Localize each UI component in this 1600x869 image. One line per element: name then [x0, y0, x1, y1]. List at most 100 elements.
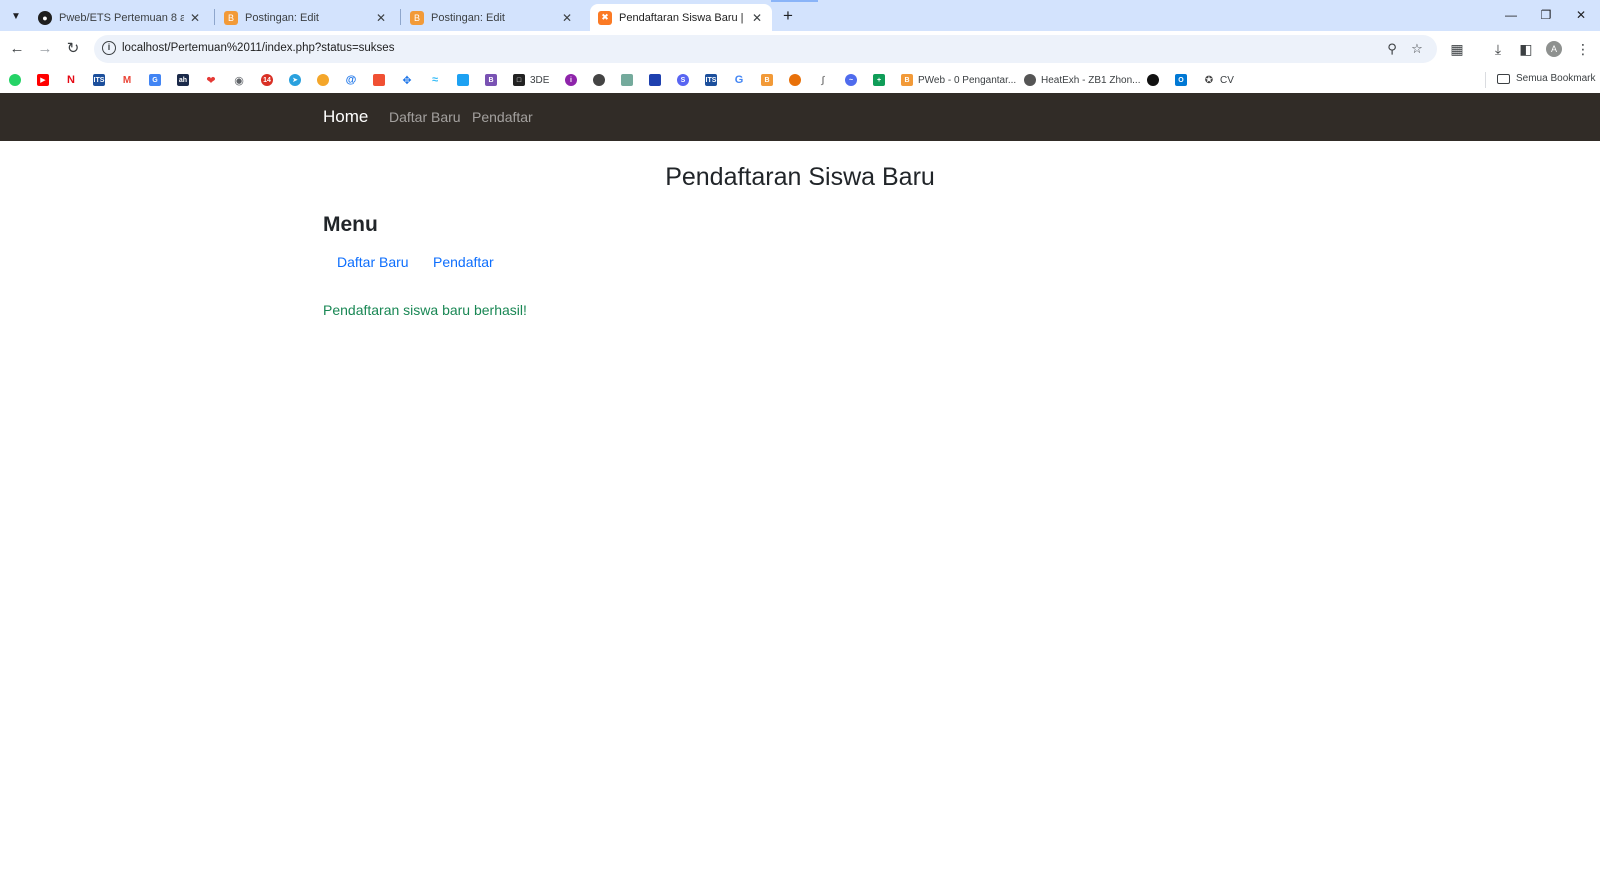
minimize-icon[interactable]: — — [1496, 4, 1526, 26]
bookmark-bird[interactable] — [457, 73, 469, 87]
close-icon[interactable]: ✕ — [750, 11, 764, 25]
menu-link-pendaftar[interactable]: Pendaftar — [433, 254, 494, 270]
blogger-icon: B — [901, 74, 913, 86]
bookmark-pie[interactable] — [789, 73, 801, 87]
browser-toolbar: ← → ↻ i localhost/Pertemuan%2011/index.p… — [0, 31, 1600, 67]
tab-github[interactable]: ● Pweb/ETS Pertemuan 8 at main ✕ — [30, 4, 210, 31]
calendar-icon: 14 — [261, 74, 273, 86]
orange-icon — [317, 74, 329, 86]
bookmark-purple[interactable]: i — [565, 73, 577, 87]
bookmark-tailwind[interactable]: ≈ — [429, 73, 441, 87]
bookmark-podcast[interactable]: ◉ — [233, 73, 245, 87]
bookmark-pweb[interactable]: B PWeb - 0 Pengantar... — [901, 73, 1016, 87]
bookmark-git[interactable] — [373, 73, 385, 87]
bookmark-star-icon[interactable]: ☆ — [1407, 39, 1427, 59]
bookmark-label: CV — [1220, 74, 1234, 86]
gmail-icon: M — [121, 74, 133, 86]
folder-icon — [1497, 73, 1510, 84]
github-icon: ● — [38, 10, 52, 25]
bookmark-3de[interactable]: □ 3DE — [513, 73, 549, 87]
extensions-puzzle-icon[interactable]: ▦ — [1446, 38, 1468, 60]
profile-avatar[interactable]: A — [1546, 41, 1562, 57]
navbar-link-daftar-baru[interactable]: Daftar Baru — [389, 109, 461, 125]
address-bar[interactable]: i localhost/Pertemuan%2011/index.php?sta… — [94, 35, 1437, 63]
bookmark-label: HeatExh - ZB1 Zhon... — [1041, 74, 1141, 86]
outlook-icon: O — [1175, 74, 1187, 86]
bookmark-sheets[interactable]: + — [873, 73, 885, 87]
navbar-brand-home[interactable]: Home — [323, 107, 368, 127]
bookmark-label: 3DE — [530, 74, 550, 86]
bookmark-google[interactable]: G — [733, 73, 745, 87]
forward-arrow-icon[interactable]: → — [34, 38, 56, 60]
restore-icon[interactable]: ❐ — [1531, 4, 1561, 26]
bookmark-folder-all[interactable]: Semua Bookmark — [1497, 73, 1595, 84]
tailwind-icon: ≈ — [429, 74, 441, 86]
bookmark-telegram[interactable]: ➤ — [289, 73, 301, 87]
its-icon: ITS — [705, 74, 717, 86]
bookmark-its-2[interactable]: ITS — [705, 73, 717, 87]
download-icon[interactable]: ⤓ — [1487, 38, 1509, 60]
bookmark-its[interactable]: ITS — [93, 73, 105, 87]
bootstrap-icon: B — [485, 74, 497, 86]
bookmark-chatgpt[interactable] — [621, 73, 633, 87]
bookmark-blogger-orange[interactable]: B — [761, 73, 773, 87]
navbar-link-pendaftar[interactable]: Pendaftar — [472, 109, 533, 125]
bookmark-globe-dark[interactable] — [593, 73, 605, 87]
bookmark-whatsapp[interactable] — [9, 73, 21, 87]
plus-cross-icon: ✥ — [401, 74, 413, 87]
netflix-icon: N — [65, 74, 77, 86]
zoom-icon[interactable]: ⚲ — [1382, 39, 1402, 59]
window-close-icon[interactable]: ✕ — [1566, 4, 1596, 26]
bookmark-gmail[interactable]: M — [121, 73, 133, 87]
bookmark-outlook[interactable]: O — [1175, 73, 1187, 87]
bookmark-at[interactable]: @ — [345, 73, 357, 87]
bookmark-blue-app[interactable] — [649, 73, 661, 87]
blogger-icon: B — [761, 74, 773, 86]
globe-icon — [593, 74, 605, 86]
ah-icon: ah — [177, 74, 189, 86]
bookmark-black-circle[interactable] — [1147, 73, 1159, 87]
url-text[interactable]: localhost/Pertemuan%2011/index.php?statu… — [122, 42, 394, 54]
bookmark-ah[interactable]: ah — [177, 73, 189, 87]
bookmark-orange[interactable] — [317, 73, 329, 87]
bookmark-figma[interactable]: ✥ — [401, 73, 413, 87]
tab-divider — [400, 9, 401, 25]
bookmark-s[interactable]: S — [677, 73, 689, 87]
bookmark-netflix[interactable]: N — [65, 73, 77, 87]
whatsapp-icon — [9, 74, 21, 86]
heart-icon: ❤ — [205, 74, 217, 87]
back-arrow-icon[interactable]: ← — [6, 38, 28, 60]
close-icon[interactable]: ✕ — [560, 11, 574, 25]
close-icon[interactable]: ✕ — [374, 11, 388, 25]
youtube-icon: ▶ — [37, 74, 49, 86]
site-navbar: Home Daftar Baru Pendaftar — [0, 93, 1600, 141]
tab-accent-line — [771, 0, 818, 2]
side-panel-icon[interactable]: ◧ — [1515, 38, 1537, 60]
globe-icon — [1024, 74, 1036, 86]
bookmark-cv[interactable]: ✪ CV — [1203, 73, 1234, 87]
reload-icon[interactable]: ↻ — [62, 38, 84, 60]
bookmark-translate[interactable]: G — [149, 73, 161, 87]
bookmark-flask[interactable]: ∫ — [817, 73, 829, 87]
bookmark-heart[interactable]: ❤ — [205, 73, 217, 87]
close-icon[interactable]: ✕ — [188, 11, 202, 25]
tab-pendaftaran-active[interactable]: ✖ Pendaftaran Siswa Baru | SMK C ✕ — [590, 4, 772, 31]
chatgpt-icon — [621, 74, 633, 86]
menu-link-daftar-baru[interactable]: Daftar Baru — [337, 254, 409, 270]
menu-kebab-icon[interactable]: ⋮ — [1572, 38, 1594, 60]
tab-search-chevron-icon[interactable]: ▼ — [6, 6, 26, 26]
tab-divider — [214, 9, 215, 25]
bookmark-wave[interactable]: ~ — [845, 73, 857, 87]
bookmark-youtube[interactable]: ▶ — [37, 73, 49, 87]
bookmark-bootstrap[interactable]: B — [485, 73, 497, 87]
bookmark-heatexh[interactable]: HeatExh - ZB1 Zhon... — [1024, 73, 1141, 87]
xampp-icon: ✖ — [598, 10, 612, 25]
bookmark-calendar[interactable]: 14 — [261, 73, 273, 87]
git-icon — [373, 74, 385, 86]
tab-postingan-edit-1[interactable]: B Postingan: Edit ✕ — [216, 4, 396, 31]
site-info-icon[interactable]: i — [102, 41, 116, 55]
new-tab-button[interactable]: + — [778, 6, 798, 26]
tab-postingan-edit-2[interactable]: B Postingan: Edit ✕ — [402, 4, 582, 31]
bookmark-label: PWeb - 0 Pengantar... — [918, 74, 1017, 86]
bookmarks-bar: ▶ N ITS M G ah ❤ ◉ 14 ➤ @ ✥ ≈ B □ 3DE i S… — [0, 67, 1600, 93]
